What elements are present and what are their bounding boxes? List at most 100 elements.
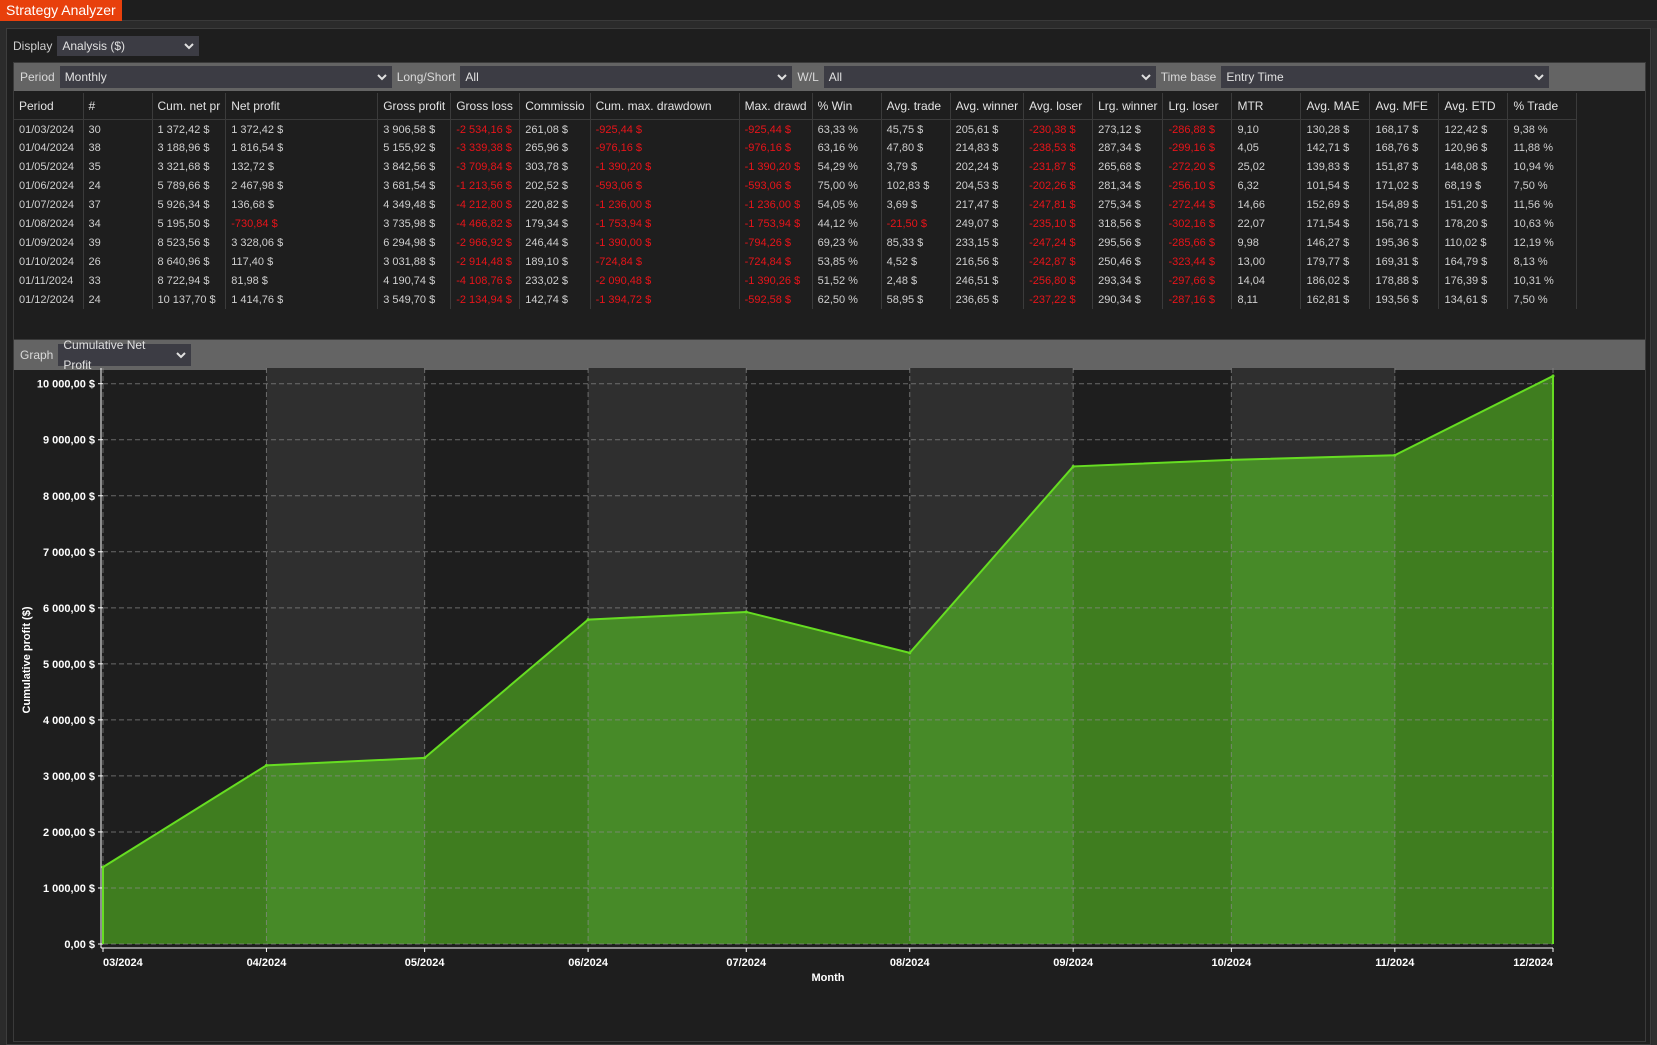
wl-filter-value: All	[828, 70, 843, 84]
column-header[interactable]: Avg. MAE	[1300, 93, 1371, 120]
analysis-table-panel: Period Monthly Long/Short All W/L All Ti…	[13, 62, 1646, 347]
column-header[interactable]: Lrg. loser	[1162, 93, 1233, 120]
table-row[interactable]: 01/10/2024 26 8 640,96 $117,40 $3 031,88 $…	[14, 252, 1578, 271]
column-header[interactable]: MTR	[1231, 93, 1302, 120]
table-cell: 54,29 %	[812, 157, 882, 176]
data-point	[744, 610, 748, 614]
column-header[interactable]: Gross loss	[450, 93, 521, 120]
app-title-tab[interactable]: Strategy Analyzer	[0, 0, 122, 21]
table-cell: -256,10 $	[1162, 176, 1233, 195]
table-cell: -242,87 $	[1023, 252, 1094, 271]
table-cell: 6,32	[1231, 176, 1302, 195]
y-tick-label: 9 000,00 $	[43, 435, 95, 447]
table-row[interactable]: 01/09/2024 39 8 523,56 $3 328,06 $6 294,98…	[14, 233, 1578, 252]
table-cell: 169,31 $	[1369, 252, 1440, 271]
table-cell: 216,56 $	[950, 252, 1025, 271]
table-cell: 01/11/2024	[14, 271, 84, 290]
column-header[interactable]: Gross profit	[377, 93, 452, 120]
table-cell: 249,07 $	[950, 214, 1025, 233]
wl-filter-select[interactable]: All	[823, 66, 1156, 88]
table-row[interactable]: 01/05/2024 35 3 321,68 $132,72 $3 842,56 $…	[14, 157, 1578, 176]
column-header[interactable]: Period	[14, 93, 84, 120]
table-row[interactable]: 01/07/2024 37 5 926,34 $136,68 $4 349,48 $…	[14, 195, 1578, 214]
table-cell: -3 709,84 $	[450, 157, 521, 176]
table-row[interactable]: 01/12/2024 24 10 137,70 $1 414,76 $3 549,7…	[14, 290, 1578, 309]
table-cell: 2 467,98 $	[225, 176, 379, 195]
table-cell: 1 372,42 $	[152, 119, 227, 138]
column-header[interactable]: % Win	[812, 93, 882, 120]
table-cell: 01/05/2024	[14, 157, 84, 176]
table-cell: 68,19 $	[1438, 176, 1509, 195]
column-header[interactable]: Avg. winner	[950, 93, 1025, 120]
table-cell: 4 349,48 $	[377, 195, 452, 214]
table-cell: -235,10 $	[1023, 214, 1094, 233]
table-cell: 162,81 $	[1300, 290, 1371, 309]
table-cell: -247,81 $	[1023, 195, 1094, 214]
table-cell: 10,31 %	[1507, 271, 1578, 290]
column-header[interactable]: Max. drawd	[739, 93, 813, 120]
period-filter-select[interactable]: Monthly	[59, 66, 392, 88]
table-cell: 303,78 $	[519, 157, 591, 176]
table-cell: 117,40 $	[225, 252, 379, 271]
table-cell: 246,51 $	[950, 271, 1025, 290]
table-cell: -593,06 $	[590, 176, 740, 195]
table-cell: 168,76 $	[1369, 138, 1440, 157]
table-cell: 3 549,70 $	[377, 290, 452, 309]
table-cell: 205,61 $	[950, 119, 1025, 138]
column-header[interactable]: Avg. ETD	[1438, 93, 1509, 120]
display-select[interactable]: Analysis ($)	[57, 36, 200, 56]
x-axis-title: Month	[812, 972, 845, 984]
column-header[interactable]: Cum. net pr	[152, 93, 227, 120]
x-tick-label: 09/2024	[1053, 957, 1094, 969]
x-tick-label: 11/2024	[1375, 957, 1415, 969]
table-cell: -1 753,94 $	[739, 214, 813, 233]
table-row[interactable]: 01/11/2024 33 8 722,94 $81,98 $4 190,74 $ -…	[14, 271, 1578, 290]
column-header[interactable]: Commissio	[519, 93, 591, 120]
column-header[interactable]: Cum. max. drawdown	[590, 93, 740, 120]
chevron-down-icon	[376, 72, 387, 82]
table-cell: -323,44 $	[1162, 252, 1233, 271]
table-row[interactable]: 01/06/2024 24 5 789,66 $2 467,98 $3 681,54…	[14, 176, 1578, 195]
table-cell: 53,85 %	[812, 252, 882, 271]
column-header[interactable]: #	[83, 93, 153, 120]
table-cell: 3 321,68 $	[152, 157, 227, 176]
table-cell: 142,74 $	[519, 290, 591, 309]
table-cell: -730,84 $	[225, 214, 379, 233]
table-cell: 63,16 %	[812, 138, 882, 157]
table-cell: 178,20 $	[1438, 214, 1509, 233]
table-cell: 34	[83, 214, 153, 233]
table-row[interactable]: 01/08/2024 34 5 195,50 $ -730,84 $3 735,98 …	[14, 214, 1578, 233]
table-cell: 156,71 $	[1369, 214, 1440, 233]
table-cell: 151,87 $	[1369, 157, 1440, 176]
column-header[interactable]: Avg. MFE	[1369, 93, 1440, 120]
table-cell: 287,34 $	[1092, 138, 1164, 157]
column-header[interactable]: Net profit	[225, 93, 379, 120]
column-header[interactable]: Avg. loser	[1023, 93, 1094, 120]
table-cell: 69,23 %	[812, 233, 882, 252]
table-cell: -2 534,16 $	[450, 119, 521, 138]
long-short-filter-select[interactable]: All	[460, 66, 793, 88]
table-cell: 62,50 %	[812, 290, 882, 309]
data-point	[1551, 374, 1555, 378]
table-cell: 30	[83, 119, 153, 138]
table-cell: 202,24 $	[950, 157, 1025, 176]
table-cell: 10,63 %	[1507, 214, 1578, 233]
table-cell: 214,83 $	[950, 138, 1025, 157]
table-cell: -724,84 $	[739, 252, 813, 271]
table-cell: 186,02 $	[1300, 271, 1371, 290]
display-row: Display Analysis ($)	[13, 35, 200, 57]
analysis-table: Period # Cum. net pr Net profit Gross profit…	[14, 93, 1578, 309]
column-header[interactable]: % Trade	[1507, 93, 1578, 120]
table-cell: 250,46 $	[1092, 252, 1164, 271]
column-header[interactable]: Lrg. winner	[1092, 93, 1164, 120]
table-row[interactable]: 01/04/2024 38 3 188,96 $1 816,54 $5 155,92…	[14, 138, 1578, 157]
time-base-filter-select[interactable]: Entry Time	[1221, 66, 1550, 88]
table-cell: -230,38 $	[1023, 119, 1094, 138]
chevron-down-icon	[1141, 72, 1151, 82]
x-tick-label: 06/2024	[568, 957, 609, 969]
table-cell: -247,24 $	[1023, 233, 1094, 252]
column-header[interactable]: Avg. trade	[881, 93, 951, 120]
table-cell: 01/12/2024	[14, 290, 84, 309]
table-row[interactable]: 01/03/2024 30 1 372,42 $1 372,42 $3 906,58…	[14, 119, 1578, 138]
data-point	[908, 651, 912, 655]
